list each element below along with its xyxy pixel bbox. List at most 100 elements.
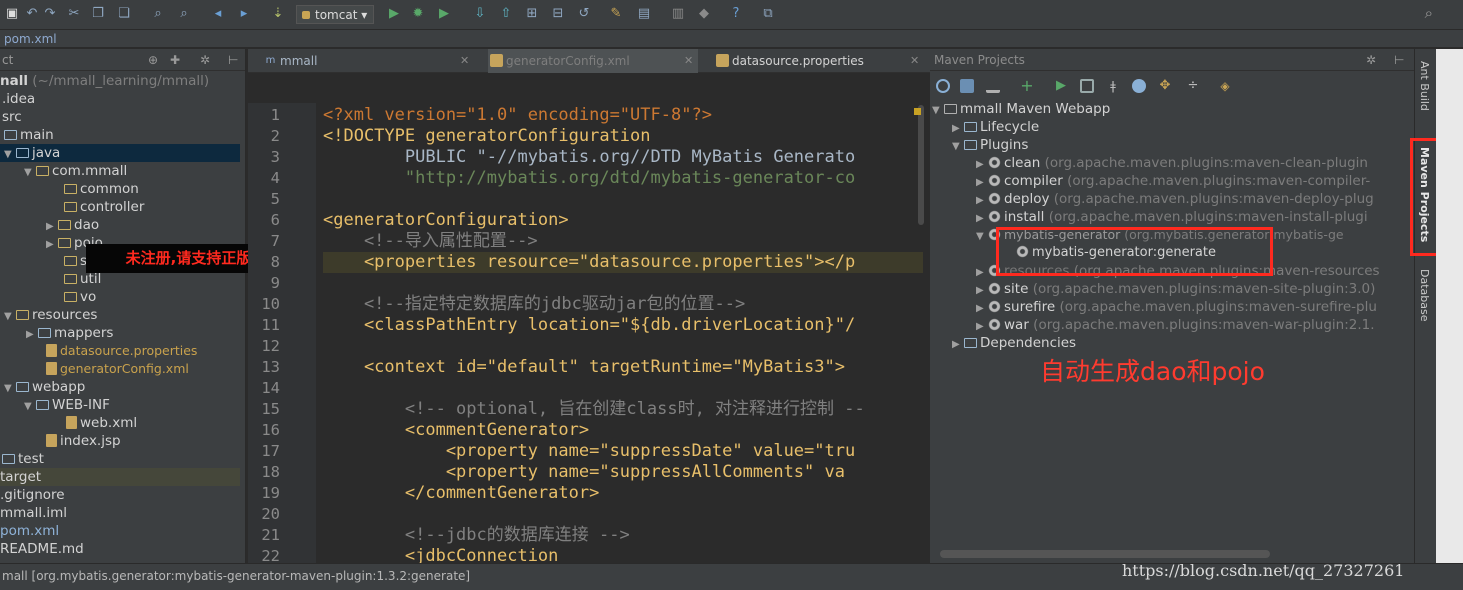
tree-item-web-xml[interactable]: web.xml — [66, 414, 137, 432]
expand-arrow-icon[interactable]: ▼ — [932, 102, 944, 120]
maven-horizontal-scrollbar[interactable] — [940, 550, 1270, 558]
gear-icon[interactable]: ✲ — [200, 49, 210, 71]
breadcrumb-file[interactable]: pom.xml — [4, 32, 57, 46]
vcs-update-icon[interactable]: ⇩ — [472, 6, 488, 22]
code-line[interactable]: <?xml version="1.0" encoding="UTF-8"?> — [323, 105, 712, 126]
maven-plugins-node[interactable]: ▼ Plugins — [952, 136, 1028, 154]
run-config-icon[interactable] — [1080, 79, 1094, 93]
compare-icon[interactable]: ⊞ — [524, 6, 540, 22]
tree-item-root[interactable]: nall (~/mmall_learning/mmall) — [0, 72, 209, 90]
expand-arrow-icon[interactable]: ▼ — [24, 398, 36, 416]
expand-arrow-icon[interactable]: ▶ — [26, 326, 38, 344]
tree-item-target[interactable]: target — [0, 468, 240, 486]
tree-item-mmall-iml[interactable]: mmall.iml — [0, 504, 67, 522]
code-line[interactable]: <!--指定特定数据库的jdbc驱动jar包的位置--> — [323, 294, 745, 315]
project-panel-title[interactable]: ct — [2, 53, 13, 67]
tree-item-mappers[interactable]: ▶ mappers — [26, 324, 113, 342]
save-icon[interactable]: ▣ — [4, 6, 20, 22]
paste-icon[interactable]: ❏ — [116, 6, 132, 22]
gear-icon[interactable]: ✲ — [1366, 49, 1376, 71]
tree-item-controller[interactable]: controller — [64, 198, 144, 216]
plugin-icon[interactable]: ◆ — [696, 6, 712, 22]
expand-arrow-icon[interactable]: ▶ — [952, 336, 964, 354]
maven-root-node[interactable]: ▼ mmall Maven Webapp — [932, 100, 1110, 118]
tree-item-dao[interactable]: ▶ dao — [46, 216, 99, 234]
close-icon[interactable]: ✕ — [684, 49, 693, 73]
editor-scrollbar[interactable] — [918, 105, 924, 225]
skip-tests-icon[interactable]: ǂ — [1106, 79, 1120, 93]
tab-mmall[interactable]: m mmall ✕ — [262, 49, 472, 73]
collapse-all-icon[interactable]: ÷ — [1186, 79, 1200, 93]
code-line[interactable]: <context id="default" targetRuntime="MyB… — [323, 357, 845, 378]
maven-dependencies-node[interactable]: ▶ Dependencies — [952, 334, 1076, 352]
code-line[interactable]: <generatorConfiguration> — [323, 210, 569, 231]
run-config-select[interactable]: tomcat ▾ — [296, 5, 375, 24]
add-icon[interactable]: + — [1020, 78, 1034, 94]
tab-generator-config[interactable]: generatorConfig.xml ✕ — [488, 49, 698, 73]
code-line[interactable]: </commentGenerator> — [323, 483, 599, 504]
run-icon[interactable]: ▶ — [386, 6, 402, 22]
code-line[interactable]: <!-- optional, 旨在创建class时, 对注释进行控制 -- — [323, 399, 865, 420]
settings-icon[interactable]: ✎ — [608, 6, 624, 22]
settings-icon[interactable]: ◈ — [1218, 79, 1232, 93]
tree-item-gitignore[interactable]: .gitignore — [0, 486, 65, 504]
hide-icon[interactable]: ⊢ — [228, 49, 238, 71]
structure-icon[interactable]: ▤ — [636, 6, 652, 22]
breadcrumb[interactable]: pom.xml — [0, 30, 1463, 48]
code-line[interactable]: PUBLIC "-//mybatis.org//DTD MyBatis Gene… — [323, 147, 855, 168]
tree-item-common[interactable]: common — [64, 180, 139, 198]
plugin-site[interactable]: ▶ site (org.apache.maven.plugins:maven-si… — [976, 280, 1375, 298]
tree-item-com-mmall[interactable]: ▼ com.mmall — [24, 162, 127, 180]
expand-arrow-icon[interactable]: ▼ — [976, 228, 988, 246]
debug-icon[interactable]: ✹ — [410, 6, 426, 22]
expand-arrow-icon[interactable]: ▼ — [24, 164, 36, 182]
code-line[interactable]: "http://mybatis.org/dtd/mybatis-generato… — [323, 168, 855, 189]
vcs-commit-icon[interactable]: ⇧ — [498, 6, 514, 22]
download-icon[interactable] — [986, 79, 1000, 93]
code-line[interactable]: <classPathEntry location="${db.driverLoc… — [323, 315, 855, 336]
help-icon[interactable]: ? — [728, 6, 744, 22]
tree-item-webapp[interactable]: ▼ webapp — [4, 378, 85, 396]
close-icon[interactable]: ✕ — [460, 49, 469, 73]
tree-item-pom-xml[interactable]: pom.xml — [0, 522, 59, 540]
redo-icon[interactable]: ↷ — [42, 6, 58, 22]
search-everywhere-icon[interactable]: ⌕ — [1425, 4, 1433, 22]
code-line[interactable]: <properties resource="datasource.propert… — [323, 252, 923, 273]
tree-item-resources[interactable]: ▼ resources — [4, 306, 97, 324]
coverage-icon[interactable]: ▶ — [436, 6, 452, 22]
reimport-icon[interactable] — [936, 79, 950, 93]
plugin-install[interactable]: ▶ install (org.apache.maven.plugins:maven… — [976, 208, 1368, 226]
expand-arrow-icon[interactable]: ▼ — [4, 308, 16, 326]
tree-item-java[interactable]: ▼ java — [0, 144, 240, 162]
tree-item-test[interactable]: test — [2, 450, 44, 468]
collapse-icon[interactable]: ✚ — [170, 49, 180, 71]
undo-icon[interactable]: ↶ — [24, 6, 40, 22]
ant-build-tab[interactable]: Ant Build — [1418, 61, 1431, 111]
expand-arrow-icon[interactable]: ▼ — [952, 138, 964, 156]
maven-lifecycle-node[interactable]: ▶ Lifecycle — [952, 118, 1039, 136]
plugin-surefire[interactable]: ▶ surefire (org.apache.maven.plugins:mave… — [976, 298, 1377, 316]
find-icon[interactable]: ⌕ — [150, 6, 166, 22]
expand-arrow-icon[interactable]: ▶ — [46, 236, 58, 254]
generate-sources-icon[interactable] — [960, 79, 974, 93]
history-icon[interactable]: ⊟ — [550, 6, 566, 22]
plugin-compiler[interactable]: ▶ compiler (org.apache.maven.plugins:mave… — [976, 172, 1370, 190]
tree-item-generator-config[interactable]: generatorConfig.xml — [46, 360, 189, 378]
code-line[interactable]: <property name="suppressAllComments" va — [323, 462, 845, 483]
tab-datasource-properties[interactable]: datasource.properties ✕ — [714, 49, 924, 73]
copy-icon[interactable]: ❐ — [90, 6, 106, 22]
tree-item-idea[interactable]: .idea — [2, 90, 35, 108]
code-line[interactable]: <!DOCTYPE generatorConfiguration — [323, 126, 651, 147]
revert-icon[interactable]: ↺ — [576, 6, 592, 22]
code-line[interactable]: <!--导入属性配置--> — [323, 231, 538, 252]
back-icon[interactable]: ◂ — [210, 6, 226, 22]
sdk-icon[interactable]: ▥ — [670, 6, 686, 22]
code-line[interactable]: <!--jdbc的数据库连接 --> — [323, 525, 630, 546]
plugin-clean[interactable]: ▶ clean (org.apache.maven.plugins:maven-c… — [976, 154, 1368, 172]
warning-marker-icon[interactable] — [914, 108, 921, 115]
offline-icon[interactable] — [1132, 79, 1146, 93]
forward-icon[interactable]: ▸ — [236, 6, 252, 22]
tree-item-src[interactable]: src — [2, 108, 22, 126]
database-tab[interactable]: Database — [1418, 269, 1431, 322]
code-line[interactable]: <property name="suppressDate" value="tru — [323, 441, 855, 462]
